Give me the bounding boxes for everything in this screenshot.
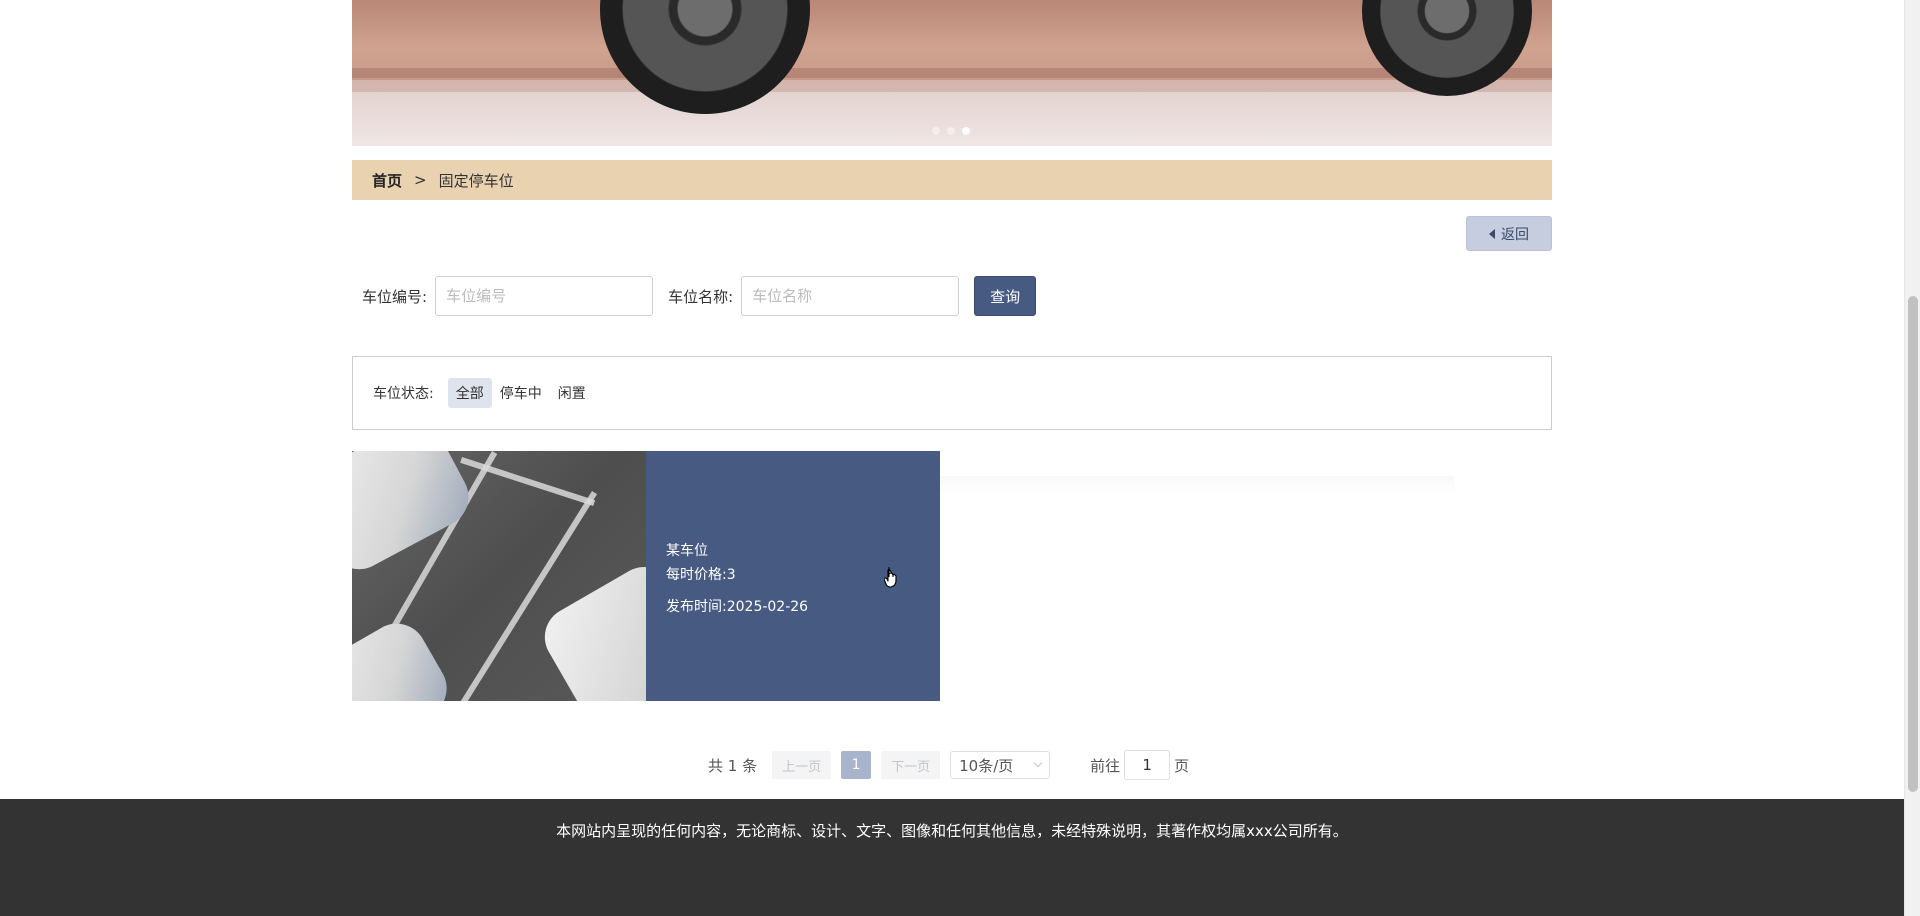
parking-card-title: 某车位 bbox=[666, 543, 708, 559]
footer: 本网站内呈现的任何内容，无论商标、设计、文字、图像和任何其他信息，未经特殊说明，… bbox=[0, 799, 1904, 916]
banner-car-sill bbox=[352, 68, 1552, 78]
carousel-indicators bbox=[932, 127, 970, 135]
status-option-all[interactable]: 全部 bbox=[447, 378, 492, 408]
goto-page: 前往 页 bbox=[1090, 750, 1189, 780]
page-scrollbar[interactable] bbox=[1904, 0, 1920, 916]
next-page-button[interactable]: 下一页 bbox=[881, 751, 941, 779]
carousel-dot-2[interactable] bbox=[947, 127, 955, 135]
search-form: 车位编号: 车位名称: 查询 bbox=[352, 276, 1037, 316]
goto-suffix: 页 bbox=[1174, 756, 1190, 775]
breadcrumb-current: 固定停车位 bbox=[438, 171, 514, 190]
back-button-label: 返回 bbox=[1501, 226, 1529, 243]
parking-card-image bbox=[352, 451, 646, 701]
query-button[interactable]: 查询 bbox=[974, 276, 1037, 316]
parking-number-label: 车位编号: bbox=[362, 287, 428, 306]
page-size-value: 10条/页 bbox=[959, 756, 1014, 775]
chevron-down-icon bbox=[1033, 758, 1043, 768]
goto-prefix: 前往 bbox=[1090, 756, 1121, 775]
parking-number-input[interactable] bbox=[435, 276, 654, 316]
pagination-total: 共 1 条 bbox=[708, 756, 758, 775]
parking-card-time-value: 2025-02-26 bbox=[726, 599, 809, 615]
caret-left-icon bbox=[1489, 228, 1495, 239]
breadcrumb-home[interactable]: 首页 bbox=[372, 170, 402, 191]
page-size-select[interactable]: 10条/页 bbox=[950, 751, 1051, 779]
prev-page-button[interactable]: 上一页 bbox=[772, 751, 832, 779]
back-button[interactable]: 返回 bbox=[1466, 216, 1552, 251]
parking-card-time: 发布时间:2025-02-26 bbox=[666, 595, 940, 619]
goto-page-input[interactable] bbox=[1124, 750, 1171, 780]
hand-pointer-icon bbox=[884, 567, 897, 588]
parking-card[interactable]: 某车位 每时价格:3 发布时间:2025-02-26 bbox=[352, 451, 940, 701]
carousel-dot-3[interactable] bbox=[962, 127, 970, 135]
parking-name-label: 车位名称: bbox=[668, 287, 734, 306]
status-option-idle[interactable]: 闲置 bbox=[550, 378, 594, 408]
parking-card-time-label: 发布时间: bbox=[666, 599, 727, 615]
banner-floor bbox=[352, 92, 1552, 146]
parking-card-price: 每时价格:3 bbox=[666, 567, 736, 583]
status-filter-label: 车位状态: bbox=[373, 386, 434, 402]
carousel-dot-1[interactable] bbox=[932, 127, 940, 135]
status-option-parking[interactable]: 停车中 bbox=[492, 378, 550, 408]
pagination: 共 1 条 上一页 1 下一页 10条/页 前往 页 bbox=[708, 750, 1189, 780]
status-filter: 车位状态: 全部 停车中 闲置 bbox=[352, 356, 1552, 430]
card-shadow-strip bbox=[940, 476, 1454, 494]
footer-copyright: 本网站内呈现的任何内容，无论商标、设计、文字、图像和任何其他信息，未经特殊说明，… bbox=[556, 822, 1348, 840]
banner-wheel-rear bbox=[1362, 0, 1532, 96]
scrollbar-thumb[interactable] bbox=[1908, 296, 1918, 792]
breadcrumb: 首页 > 固定停车位 bbox=[352, 160, 1552, 200]
parking-name-input[interactable] bbox=[741, 276, 960, 316]
page-number-current[interactable]: 1 bbox=[841, 751, 872, 779]
breadcrumb-separator: > bbox=[414, 171, 427, 189]
banner-carousel[interactable] bbox=[352, 0, 1552, 146]
